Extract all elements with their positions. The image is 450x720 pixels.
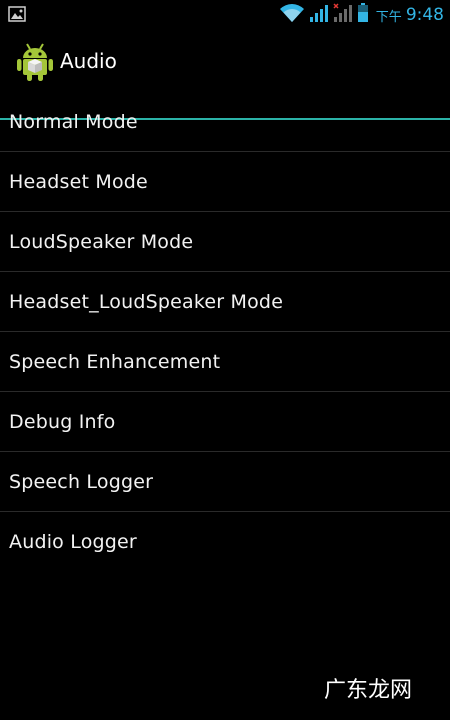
battery-icon [357,3,369,27]
menu-item-label: Audio Logger [9,531,137,553]
no-signal-icon [333,3,353,27]
menu-item-label: Speech Logger [9,470,154,493]
menu-item-debug-info[interactable]: Debug Info [0,392,450,452]
android-icon[interactable] [16,42,54,82]
menu-item-label: Normal Mode [9,110,138,133]
menu-item-loudspeaker-mode[interactable]: LoudSpeaker Mode [0,212,450,272]
menu-item-headset-loudspeaker-mode[interactable]: Headset_LoudSpeaker Mode [0,272,450,332]
cell-signal-icon [309,3,329,27]
wifi-icon [279,3,305,27]
menu-item-headset-mode[interactable]: Headset Mode [0,152,450,212]
menu-item-label: Headset_LoudSpeaker Mode [9,290,284,313]
status-bar: 下午 9:48 [0,0,450,30]
menu-item-speech-logger[interactable]: Speech Logger [0,452,450,512]
action-bar: Audio [0,30,450,120]
menu-item-normal-mode[interactable]: Normal Mode [0,92,450,152]
watermark: 广东龙网 [323,678,412,703]
menu-item-label: Debug Info [9,410,116,433]
image-icon [8,6,26,22]
menu-item-label: Headset Mode [9,170,148,193]
menu-item-audio-logger[interactable]: Audio Logger [0,512,450,572]
menu-item-speech-enhancement[interactable]: Speech Enhancement [0,332,450,392]
screen: 下午 9:48 Audio Normal Mode Headset Mode L… [0,0,450,720]
status-icons: 下午 9:48 [279,3,444,27]
menu-list: Normal Mode Headset Mode LoudSpeaker Mod… [0,92,450,572]
clock: 9:48 [405,5,444,25]
menu-item-label: LoudSpeaker Mode [9,230,194,253]
menu-item-label: Speech Enhancement [9,350,221,373]
time-prefix: 下午 [375,9,402,25]
page-title: Audio [60,49,117,73]
